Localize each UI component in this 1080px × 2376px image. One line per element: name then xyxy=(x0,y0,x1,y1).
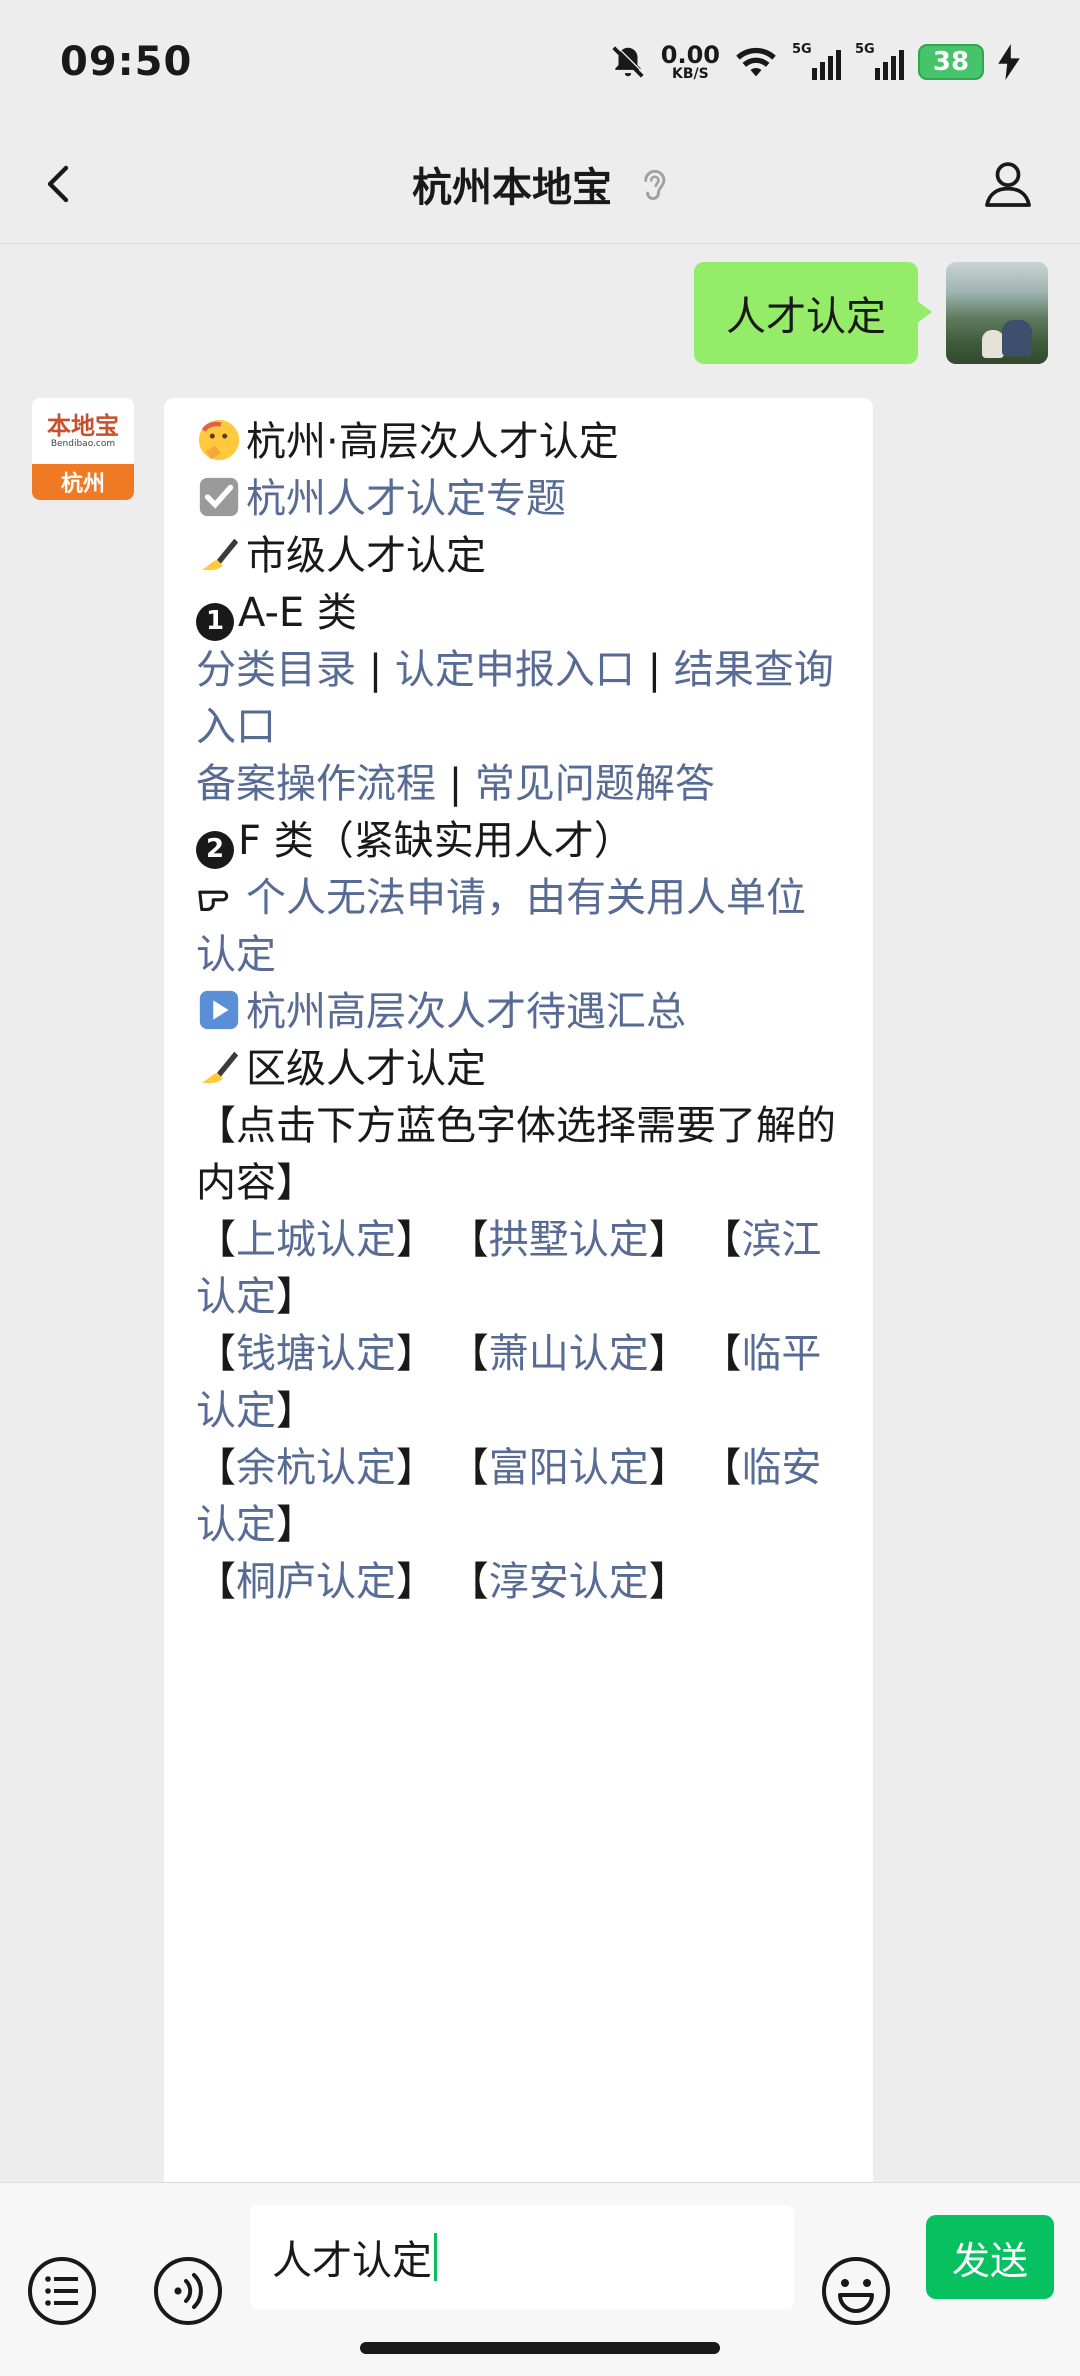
wifi-icon xyxy=(736,47,776,77)
bot-message-bubble: 杭州·高层次人才认定 杭州人才认定专题 市级人才认定 1 A-E 类 分类目录 |… xyxy=(164,398,873,2188)
charging-bolt-icon xyxy=(998,44,1020,80)
user-avatar[interactable] xyxy=(946,262,1048,364)
writing-hand-icon xyxy=(201,1051,239,1084)
filing-links: 备案操作流程 | 常见问题解答 xyxy=(196,756,843,813)
district-link-shangcheng[interactable]: 上城认定 xyxy=(236,1217,396,1263)
faq-link[interactable]: 常见问题解答 xyxy=(475,761,715,807)
district-level-heading: 区级人才认定 xyxy=(246,1046,486,1092)
user-message-row: 人才认定 xyxy=(694,262,1048,364)
bot-title: 杭州·高层次人才认定 xyxy=(246,419,619,465)
f-heading: F 类（紧缺实用人才） xyxy=(238,818,634,864)
mute-bell-icon xyxy=(612,45,645,78)
district-link-xiaoshan[interactable]: 萧山认定 xyxy=(489,1331,649,1377)
catalog-link[interactable]: 分类目录 xyxy=(196,647,356,693)
district-link-chunan[interactable]: 淳安认定 xyxy=(489,1559,649,1605)
ae-links: 分类目录 | 认定申报入口 | 结果查询入口 xyxy=(196,642,843,756)
chat-header: 杭州本地宝 xyxy=(0,124,1080,244)
apply-entry-link[interactable]: 认定申报入口 xyxy=(395,647,635,693)
f-line: 2F 类（紧缺实用人才） xyxy=(196,813,843,870)
topic-link[interactable]: 杭州人才认定专题 xyxy=(246,476,566,522)
number-badge-2: 2 xyxy=(196,830,234,869)
writing-hand-icon xyxy=(201,538,239,571)
avatar-figure xyxy=(982,330,1004,358)
emoji-icon[interactable] xyxy=(820,2255,892,2327)
district-level-line: 区级人才认定 xyxy=(196,1041,843,1098)
play-button-icon xyxy=(199,990,239,1030)
topic-line: 杭州人才认定专题 xyxy=(196,471,843,528)
bot-avatar-domain: Bendibao.com xyxy=(50,439,116,450)
f-note-link[interactable]: 个人无法申请，由有关用人单位认定 xyxy=(196,875,806,978)
benefits-link[interactable]: 杭州高层次人才待遇汇总 xyxy=(246,989,686,1035)
city-level-line: 市级人才认定 xyxy=(196,528,843,585)
status-bar: 09:50 0.00 KB/S 5G 5G 38 xyxy=(0,0,1080,124)
district-row-1: 【上城认定】 【拱墅认定】 【滨江认定】 xyxy=(196,1217,822,1320)
district-row-2: 【钱塘认定】 【萧山认定】 【临平认定】 xyxy=(196,1331,822,1434)
menu-list-icon[interactable] xyxy=(26,2255,98,2327)
send-button[interactable]: 发送 xyxy=(926,2215,1054,2299)
status-time: 09:50 xyxy=(60,39,193,85)
signal-1-label: 5G xyxy=(792,42,812,57)
district-link-gongshu[interactable]: 拱墅认定 xyxy=(489,1217,649,1263)
back-arrow-icon[interactable] xyxy=(36,160,84,208)
network-speed-unit: KB/S xyxy=(672,66,709,82)
number-badge-1: 1 xyxy=(196,602,234,641)
district-link-tonglu[interactable]: 桐庐认定 xyxy=(236,1559,396,1605)
profile-icon[interactable] xyxy=(980,156,1036,212)
signal-1-icon: 5G xyxy=(792,42,841,80)
bot-avatar-logo: 本地宝 Bendibao.com xyxy=(32,398,134,464)
separator: | xyxy=(647,647,662,693)
chat-title-text: 杭州本地宝 xyxy=(412,164,612,211)
check-box-icon xyxy=(199,477,239,517)
ae-heading: A-E 类 xyxy=(238,590,357,636)
bot-title-line: 杭州·高层次人才认定 xyxy=(196,414,843,471)
user-message-bubble[interactable]: 人才认定 xyxy=(694,262,932,364)
district-link-fuyang[interactable]: 富阳认定 xyxy=(489,1445,649,1491)
chat-title: 杭州本地宝 xyxy=(412,155,668,213)
separator: | xyxy=(368,647,383,693)
signal-2-label: 5G xyxy=(855,42,875,57)
voice-icon[interactable] xyxy=(152,2255,224,2327)
pointing-hand-icon xyxy=(198,890,229,911)
bot-avatar[interactable]: 本地宝 Bendibao.com 杭州 xyxy=(32,398,134,500)
ear-icon xyxy=(644,169,666,200)
network-speed: 0.00 KB/S xyxy=(661,43,720,81)
district-link-qiantang[interactable]: 钱塘认定 xyxy=(236,1331,396,1377)
bot-avatar-brand: 本地宝 xyxy=(47,411,119,440)
benefits-line: 杭州高层次人才待遇汇总 xyxy=(196,984,843,1041)
signal-2-icon: 5G xyxy=(855,42,904,80)
message-input-text: 人才认定 xyxy=(272,2238,432,2284)
separator: | xyxy=(448,761,463,807)
text-caret xyxy=(434,2233,437,2281)
district-link-yuhang[interactable]: 余杭认定 xyxy=(236,1445,396,1491)
filing-process-link[interactable]: 备案操作流程 xyxy=(196,761,436,807)
status-icons: 0.00 KB/S 5G 5G 38 xyxy=(609,42,1020,81)
avatar-figure xyxy=(1002,320,1032,356)
district-note: 【点击下方蓝色字体选择需要了解的内容】 xyxy=(196,1103,836,1206)
thinking-face-emoji-icon xyxy=(198,419,240,461)
district-row-4: 【桐庐认定】 【淳安认定】 xyxy=(196,1559,689,1605)
message-input[interactable]: 人才认定 xyxy=(250,2205,794,2309)
home-indicator[interactable] xyxy=(360,2342,720,2354)
f-note-line: 个人无法申请，由有关用人单位认定 xyxy=(196,870,843,984)
bot-avatar-city: 杭州 xyxy=(32,464,134,500)
network-speed-value: 0.00 xyxy=(660,41,720,69)
ae-line: 1 A-E 类 xyxy=(196,585,843,642)
battery-indicator: 38 xyxy=(918,44,984,80)
city-level-heading: 市级人才认定 xyxy=(246,533,486,579)
district-row-3: 【余杭认定】 【富阳认定】 【临安认定】 xyxy=(196,1445,822,1548)
